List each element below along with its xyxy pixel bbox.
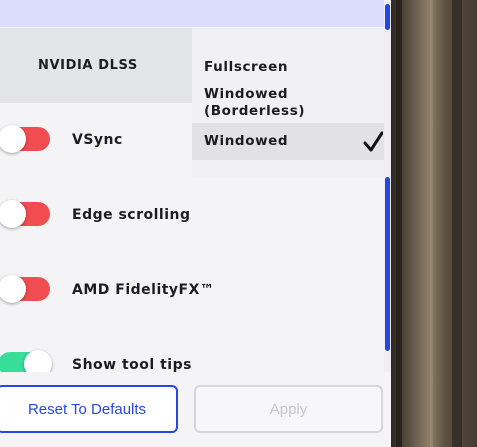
dropdown-option-windowed-borderless[interactable]: Windowed (Borderless) [192, 86, 391, 124]
background-scene [390, 0, 477, 447]
dropdown-option-fullscreen[interactable]: Fullscreen [192, 58, 391, 78]
panel-top-strip [0, 0, 391, 27]
amd-fidelityfx-label: AMD FidelityFX™ [72, 282, 215, 298]
upscaler-header-label: NVIDIA DLSS [38, 58, 138, 73]
toggle-knob [0, 275, 26, 303]
background-streak [396, 0, 402, 447]
display-mode-dropdown: Fullscreen Windowed (Borderless) Windowe… [192, 28, 391, 178]
edge-scrolling-toggle[interactable] [0, 200, 50, 228]
toggle-knob [0, 200, 26, 228]
amd-fidelityfx-toggle[interactable] [0, 275, 50, 303]
background-streak [452, 0, 462, 447]
edge-scrolling-label: Edge scrolling [72, 207, 191, 223]
scrollbar-thumb-dropdown[interactable] [385, 4, 390, 30]
vsync-toggle[interactable] [0, 125, 50, 153]
background-streak [430, 0, 433, 447]
scrollbar-thumb[interactable] [385, 177, 390, 351]
apply-button[interactable]: Apply [194, 385, 383, 433]
dropdown-option-windowed[interactable]: Windowed [192, 123, 391, 160]
dropdown-option-label: Windowed [204, 133, 289, 149]
reset-to-defaults-button[interactable]: Reset To Defaults [0, 385, 178, 433]
vsync-label: VSync [72, 132, 123, 148]
show-tool-tips-label: Show tool tips [72, 357, 192, 373]
toggle-knob [0, 125, 26, 153]
settings-panel: NVIDIA DLSS VSync Edge scrolling AMD Fid… [0, 0, 391, 447]
checkmark-icon [363, 131, 383, 152]
